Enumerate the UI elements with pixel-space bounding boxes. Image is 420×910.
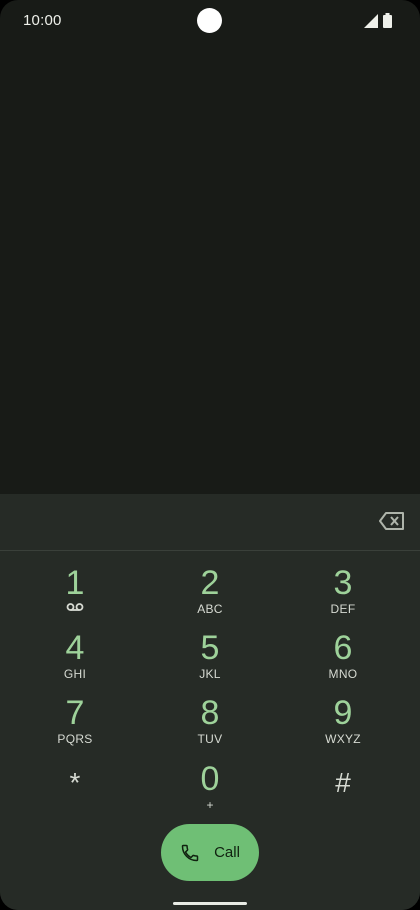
key-digit: 3 bbox=[333, 564, 353, 602]
key-digit: 9 bbox=[333, 694, 353, 732]
key-digit: 7 bbox=[65, 694, 85, 732]
backspace-icon bbox=[379, 512, 404, 530]
dialpad-key-3[interactable]: 3 DEF bbox=[288, 564, 398, 626]
dialpad-key-0[interactable]: 0 + bbox=[155, 760, 265, 822]
signal-icon bbox=[364, 14, 378, 28]
dialpad-key-9[interactable]: 9 WXYZ bbox=[288, 694, 398, 756]
front-camera bbox=[197, 8, 222, 33]
status-bar: 10:00 bbox=[0, 0, 420, 42]
key-letters: DEF bbox=[330, 602, 356, 616]
dialpad-key-8[interactable]: 8 TUV bbox=[155, 694, 265, 756]
dialer-empty-area bbox=[0, 42, 420, 494]
phone-icon bbox=[181, 844, 199, 861]
key-letters: GHI bbox=[63, 667, 87, 681]
key-letters: JKL bbox=[199, 667, 221, 681]
key-letters: TUV bbox=[197, 732, 223, 746]
key-digit: 5 bbox=[200, 629, 220, 667]
dialpad-key-5[interactable]: 5 JKL bbox=[155, 629, 265, 691]
dialpad-key-2[interactable]: 2 ABC bbox=[155, 564, 265, 626]
key-letters: ABC bbox=[197, 602, 223, 616]
key-digit: 6 bbox=[333, 629, 353, 667]
home-indicator[interactable] bbox=[173, 902, 247, 905]
key-letters: PQRS bbox=[57, 732, 93, 746]
dialpad-key-4[interactable]: 4 GHI bbox=[20, 629, 130, 691]
key-digit: 0 bbox=[200, 760, 220, 798]
dialer-screen: 10:00 1 2 ABC 3 DEF 4 GHI 5 JKL 6 MNO 7 … bbox=[0, 0, 420, 910]
key-digit: 1 bbox=[65, 564, 85, 602]
voicemail-icon bbox=[66, 603, 84, 611]
key-letters: + bbox=[206, 798, 214, 812]
backspace-button[interactable] bbox=[378, 510, 406, 532]
dialpad-panel: 1 2 ABC 3 DEF 4 GHI 5 JKL 6 MNO 7 PQRS 8… bbox=[0, 494, 420, 910]
dialpad-key-7[interactable]: 7 PQRS bbox=[20, 694, 130, 756]
number-input[interactable] bbox=[0, 494, 420, 551]
key-letters: WXYZ bbox=[325, 732, 361, 746]
key-digit: 2 bbox=[200, 564, 220, 602]
status-time: 10:00 bbox=[23, 12, 62, 29]
dialpad-key-star[interactable]: * bbox=[20, 756, 130, 818]
dialpad-key-6[interactable]: 6 MNO bbox=[288, 629, 398, 691]
battery-icon bbox=[383, 13, 392, 28]
key-digit: 4 bbox=[65, 629, 85, 667]
dialpad-key-1[interactable]: 1 bbox=[20, 564, 130, 626]
dialpad-key-hash[interactable]: # bbox=[288, 756, 398, 818]
key-symbol: # bbox=[335, 767, 351, 798]
call-label: Call bbox=[214, 844, 240, 861]
key-digit: 8 bbox=[200, 694, 220, 732]
key-letters: MNO bbox=[328, 667, 358, 681]
call-button[interactable]: Call bbox=[161, 824, 259, 881]
key-symbol: * bbox=[69, 767, 81, 798]
